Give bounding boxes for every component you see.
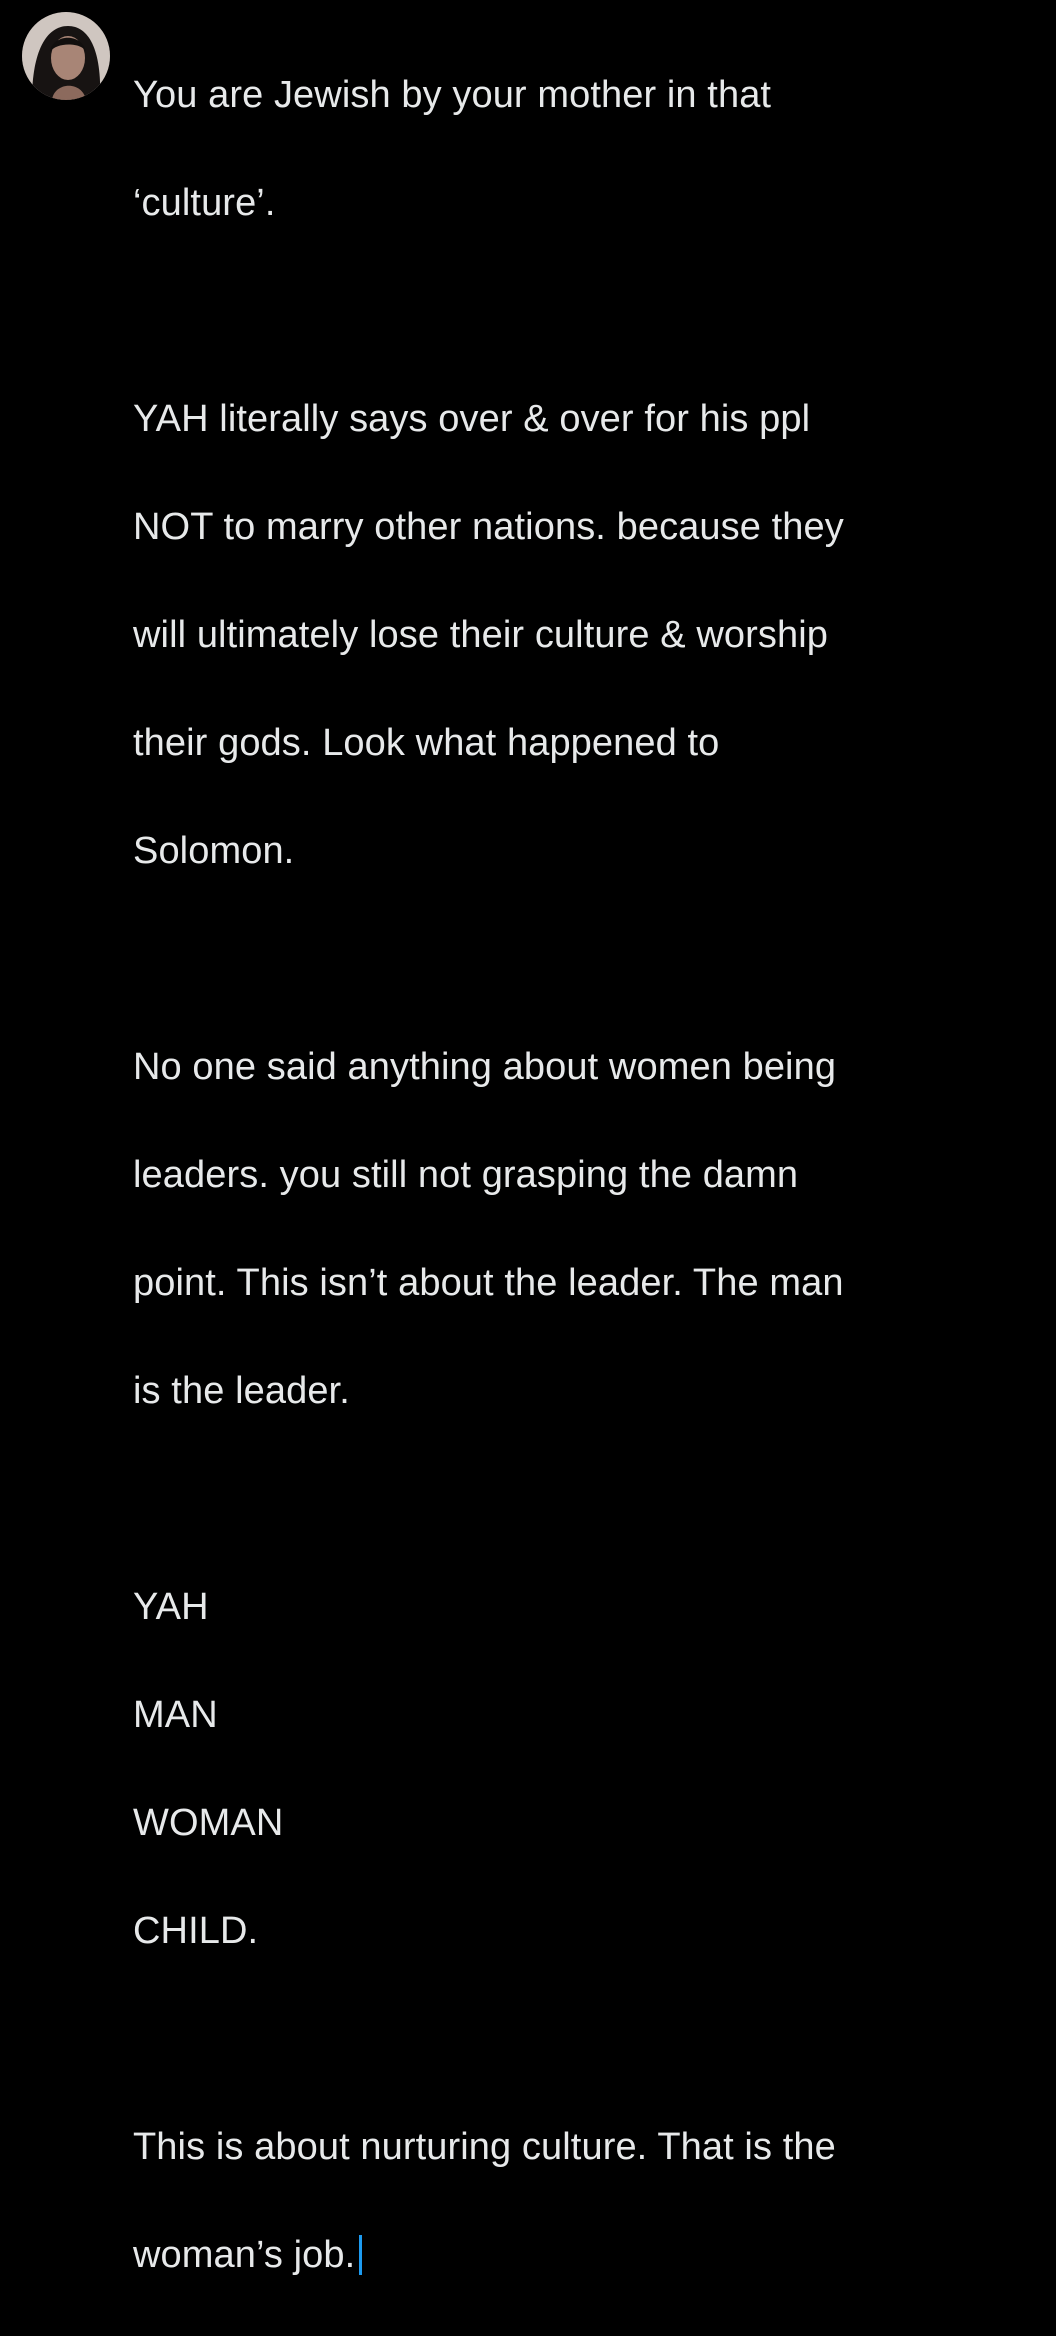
text-line: Solomon. (133, 830, 295, 872)
text-line: YAH (133, 1586, 209, 1628)
text-line: will ultimately lose their culture & wor… (133, 614, 828, 656)
text-line: No one said anything about women being (133, 1046, 837, 1088)
text-line-last: woman’s job. (133, 2228, 1033, 2282)
text-line: leaders. you still not grasping the damn (133, 1154, 799, 1196)
avatar-photo (22, 12, 110, 100)
paragraph-2: YAH literally says over & over for his p… (133, 338, 1033, 932)
text-line: ‘culture’. (133, 182, 276, 224)
paragraph-3: No one said anything about women being l… (133, 986, 1033, 1472)
tweet-compose-textarea[interactable]: You are Jewish by your mother in that ‘c… (133, 14, 1033, 2336)
text-line: NOT to marry other nations. because they (133, 506, 844, 548)
text-line: YAH literally says over & over for his p… (133, 398, 811, 440)
paragraph-1: You are Jewish by your mother in that ‘c… (133, 14, 1033, 284)
paragraph-5: This is about nurturing culture. That is… (133, 2066, 1033, 2336)
text-cursor (359, 2235, 363, 2275)
avatar[interactable] (22, 12, 110, 100)
text-line: You are Jewish by your mother in that (133, 74, 772, 116)
paragraph-4: YAH MAN WOMAN CHILD. (133, 1526, 1033, 2012)
text-line: point. This isn’t about the leader. The … (133, 1262, 844, 1304)
text-line: is the leader. (133, 1370, 350, 1412)
text-line: CHILD. (133, 1910, 259, 1952)
text-line: MAN (133, 1694, 218, 1736)
text-line: their gods. Look what happened to (133, 722, 720, 764)
text-line: This is about nurturing culture. That is… (133, 2126, 836, 2168)
text-line-content: woman’s job. (133, 2234, 356, 2276)
text-line: WOMAN (133, 1802, 284, 1844)
